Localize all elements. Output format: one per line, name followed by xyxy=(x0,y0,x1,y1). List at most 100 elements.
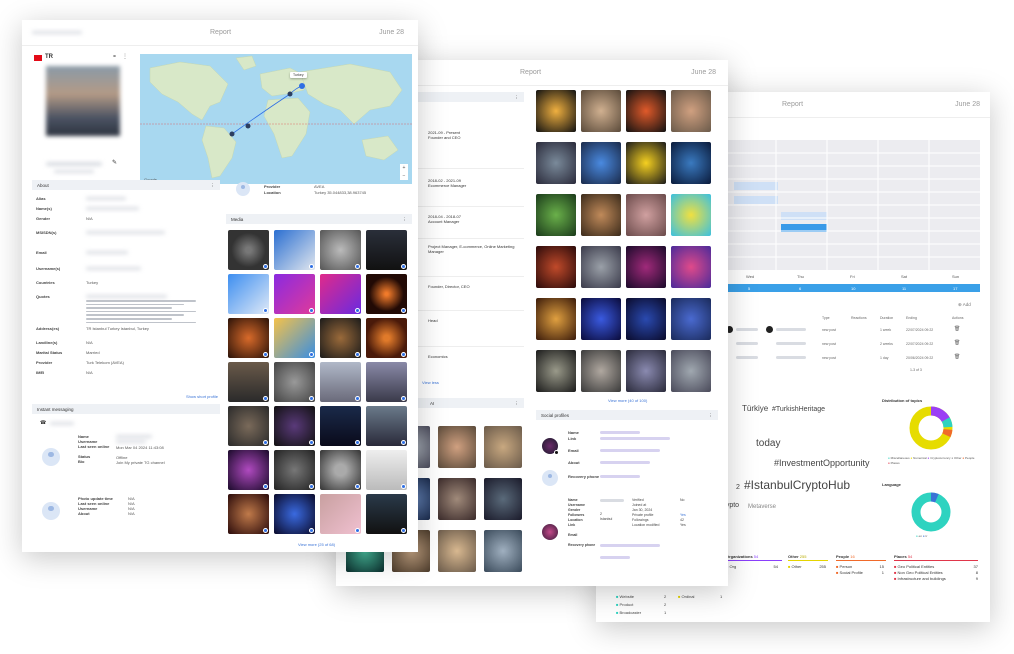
media-thumbnail[interactable] xyxy=(536,350,576,392)
media-thumbnail[interactable] xyxy=(626,298,666,340)
media-thumbnail[interactable] xyxy=(274,274,315,314)
media-thumbnail[interactable] xyxy=(671,90,711,132)
report-collage: Report June 28 Wed Thu Fri Sat Sun 5 6 1… xyxy=(0,0,1014,654)
media-thumbnail[interactable] xyxy=(274,406,315,446)
media-thumbnail[interactable] xyxy=(581,350,621,392)
view-less-link[interactable]: View less xyxy=(422,380,439,385)
media-thumbnail[interactable] xyxy=(671,350,711,392)
field-label: Recovery phone xyxy=(568,474,600,479)
media-thumbnail[interactable] xyxy=(671,298,711,340)
link-icon[interactable]: ⚭ xyxy=(112,53,117,60)
media-thumbnail[interactable] xyxy=(366,318,407,358)
media-thumbnail[interactable] xyxy=(438,478,476,520)
media-thumbnail[interactable] xyxy=(366,450,407,490)
delete-icon[interactable]: 🗑 xyxy=(954,340,960,346)
media-thumbnail[interactable] xyxy=(438,530,476,572)
media-thumbnail[interactable] xyxy=(581,90,621,132)
media-thumbnail[interactable] xyxy=(484,478,522,520)
media-thumbnail[interactable] xyxy=(581,246,621,288)
facebook-icon xyxy=(355,352,360,357)
media-thumbnail[interactable] xyxy=(228,318,269,358)
media-thumbnail[interactable] xyxy=(228,274,269,314)
panel-title: Language xyxy=(882,482,901,487)
media-thumbnail[interactable] xyxy=(671,194,711,236)
about-field-value: TR Istanbul Turkey Istanbul, Turkey xyxy=(86,326,149,331)
about-field-value xyxy=(86,251,128,254)
media-thumbnail[interactable] xyxy=(536,142,576,184)
media-thumbnail[interactable] xyxy=(228,230,269,270)
view-more-photos-link[interactable]: View more (40 of 100) xyxy=(608,398,647,403)
media-thumbnail[interactable] xyxy=(320,362,361,402)
media-thumbnail[interactable] xyxy=(320,318,361,358)
media-thumbnail[interactable] xyxy=(366,406,407,446)
media-thumbnail[interactable] xyxy=(626,142,666,184)
about-field-value xyxy=(86,207,139,210)
media-thumbnail[interactable] xyxy=(484,530,522,572)
media-thumbnail[interactable] xyxy=(274,450,315,490)
about-field-label: Quotes xyxy=(36,294,50,299)
location-label: Location xyxy=(264,190,281,195)
entity-group: Places 54 ■ Geo Political Entities 37 ■ N… xyxy=(894,554,978,581)
media-thumbnail[interactable] xyxy=(626,90,666,132)
media-thumbnail[interactable] xyxy=(320,406,361,446)
media-thumbnail[interactable] xyxy=(320,230,361,270)
word: 2 xyxy=(736,484,740,491)
media-thumbnail[interactable] xyxy=(274,362,315,402)
media-thumbnail[interactable] xyxy=(581,194,621,236)
day-number: 6 xyxy=(799,286,802,291)
about-field-value xyxy=(86,231,165,234)
media-thumbnail[interactable] xyxy=(626,350,666,392)
delete-icon[interactable]: 🗑 xyxy=(954,326,960,332)
table-row[interactable]: new post 1 day 20/06/2024 09:22 🗑 xyxy=(726,354,980,364)
media-thumbnail[interactable] xyxy=(228,406,269,446)
media-thumbnail[interactable] xyxy=(366,230,407,270)
media-thumbnail[interactable] xyxy=(228,494,269,534)
edit-icon[interactable]: ✎ xyxy=(112,159,117,166)
table-pager[interactable]: 1-3 of 3 xyxy=(910,368,922,372)
experience-list: 2021-09 - Present Founder and CEO 2018-02… xyxy=(418,106,524,366)
table-row[interactable]: new post 1 week 22/07/2024 09:22 🗑 xyxy=(726,326,980,336)
add-button[interactable]: ⊕ Add xyxy=(958,302,971,308)
media-thumbnail[interactable] xyxy=(536,90,576,132)
map-zoom-controls[interactable]: + − xyxy=(400,164,408,180)
media-thumbnail[interactable] xyxy=(228,450,269,490)
media-thumbnail[interactable] xyxy=(581,298,621,340)
media-thumbnail[interactable] xyxy=(274,318,315,358)
media-thumbnail[interactable] xyxy=(366,362,407,402)
media-thumbnail[interactable] xyxy=(626,194,666,236)
location-map[interactable]: Turkey Google +− xyxy=(140,54,412,184)
profile-card: TR ⚭ ⋮ ✎ 35 xyxy=(32,52,128,192)
location-value: Turkey 35.044833,38.963745 xyxy=(314,190,367,195)
media-thumbnail[interactable] xyxy=(274,230,315,270)
media-thumbnail[interactable] xyxy=(366,494,407,534)
column-header: Duration xyxy=(880,316,894,320)
sheet-date: June 28 xyxy=(955,101,980,108)
media-thumbnail[interactable] xyxy=(366,274,407,314)
media-thumbnail[interactable] xyxy=(536,194,576,236)
legend-item: tr xyxy=(925,534,928,538)
delete-icon[interactable]: 🗑 xyxy=(954,354,960,360)
media-thumbnail[interactable] xyxy=(320,494,361,534)
job-item: 2018-04 - 2018-07 Account Manager xyxy=(428,214,461,224)
media-thumbnail[interactable] xyxy=(320,274,361,314)
view-more-media-link[interactable]: View more (25 of 68) xyxy=(298,542,335,547)
phone-icon: ☎ xyxy=(40,420,47,426)
media-thumbnail[interactable] xyxy=(581,142,621,184)
media-thumbnail[interactable] xyxy=(536,298,576,340)
media-thumbnail[interactable] xyxy=(438,426,476,468)
table-row[interactable]: new post 2 weeks 22/07/2024 09:22 🗑 xyxy=(726,340,980,350)
media-thumbnail[interactable] xyxy=(320,450,361,490)
media-thumbnail[interactable] xyxy=(536,246,576,288)
media-thumbnail[interactable] xyxy=(626,246,666,288)
posts-table: Type Reactions Duration Ending Actions n… xyxy=(726,316,980,376)
quote-text-line xyxy=(86,300,196,302)
show-short-profile-link[interactable]: Show short profile xyxy=(186,394,218,399)
media-thumbnail[interactable] xyxy=(228,362,269,402)
media-thumbnail[interactable] xyxy=(671,246,711,288)
more-icon[interactable]: ⋮ xyxy=(122,53,128,60)
media-thumbnail[interactable] xyxy=(484,426,522,468)
language-donut xyxy=(911,492,951,532)
legend-item: en xyxy=(918,534,922,538)
media-thumbnail[interactable] xyxy=(274,494,315,534)
media-thumbnail[interactable] xyxy=(671,142,711,184)
